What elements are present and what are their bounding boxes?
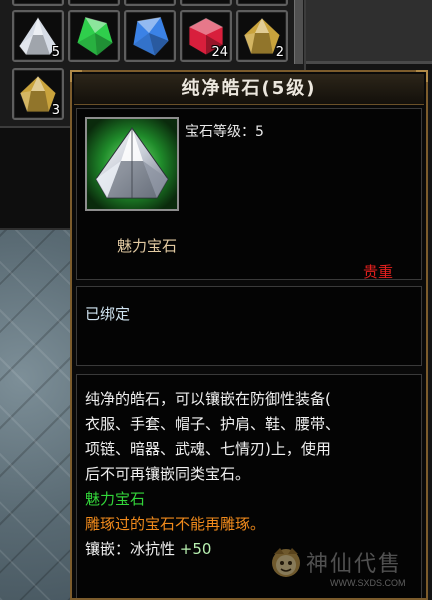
description-line: 衣服、手套、帽子、护肩、鞋、腰带、 bbox=[85, 415, 341, 433]
inventory-slot[interactable]: 5 bbox=[12, 10, 64, 62]
item-description: 纯净的皓石，可以镶嵌在防御性装备( 衣服、手套、帽子、护肩、鞋、腰带、 项链、暗… bbox=[85, 387, 423, 562]
panel-frame bbox=[0, 128, 70, 230]
inventory-slot[interactable] bbox=[68, 10, 120, 62]
partial-slot[interactable] bbox=[124, 0, 176, 6]
description-line: 项链、暗器、武魂、七情刃)上，使用 bbox=[85, 440, 331, 458]
side-panel bbox=[306, 0, 432, 64]
description-line: 纯净的皓石，可以镶嵌在防御性装备( bbox=[85, 390, 331, 408]
item-count: 3 bbox=[51, 103, 60, 118]
inventory-slot[interactable]: 24 bbox=[180, 10, 232, 62]
stone-background bbox=[0, 230, 70, 600]
carve-note: 雕琢过的宝石不能再雕琢。 bbox=[85, 515, 266, 533]
item-count: 5 bbox=[51, 45, 60, 60]
bound-status: 已绑定 bbox=[85, 305, 131, 323]
item-info-box: 宝石等级：5 魅力宝石 贵重 bbox=[76, 108, 422, 281]
inventory-slot[interactable] bbox=[124, 10, 176, 62]
white-gem-icon bbox=[87, 119, 177, 209]
mascot-logo-icon bbox=[272, 548, 300, 577]
item-count: 2 bbox=[275, 45, 284, 60]
inventory-slot[interactable]: 2 bbox=[236, 10, 288, 62]
rarity-label: 贵重 bbox=[363, 263, 394, 281]
item-title: 纯净皓石(5级) bbox=[74, 74, 424, 105]
partial-slot[interactable] bbox=[180, 0, 232, 6]
watermark-url: WWW.SXDS.COM bbox=[330, 578, 406, 588]
item-icon-frame bbox=[85, 117, 179, 211]
green-gem-icon bbox=[76, 16, 114, 57]
inlay-value: +50 bbox=[179, 540, 212, 558]
gem-level: 宝石等级：5 bbox=[185, 124, 264, 140]
partial-slot[interactable] bbox=[12, 0, 64, 6]
blue-gem-icon bbox=[132, 16, 170, 57]
item-tooltip: 纯净皓石(5级) 宝石等级：5 魅力宝石 贵重 已绑定 纯净的皓石，可以镶嵌在防… bbox=[70, 70, 428, 600]
inventory-scrollbar[interactable] bbox=[294, 0, 303, 64]
inventory-slot[interactable]: 3 bbox=[12, 68, 64, 120]
inlay-label: 镶嵌：冰抗性 bbox=[85, 540, 176, 558]
effect-type: 魅力宝石 bbox=[85, 490, 146, 508]
gem-type: 魅力宝石 bbox=[117, 237, 178, 255]
item-count: 24 bbox=[211, 45, 228, 60]
binding-box: 已绑定 bbox=[76, 286, 422, 366]
partial-slot[interactable] bbox=[236, 0, 288, 6]
watermark-brand: 神仙代售 bbox=[306, 552, 403, 577]
partial-slot[interactable] bbox=[68, 0, 120, 6]
description-line: 后不可再镶嵌同类宝石。 bbox=[85, 465, 251, 483]
